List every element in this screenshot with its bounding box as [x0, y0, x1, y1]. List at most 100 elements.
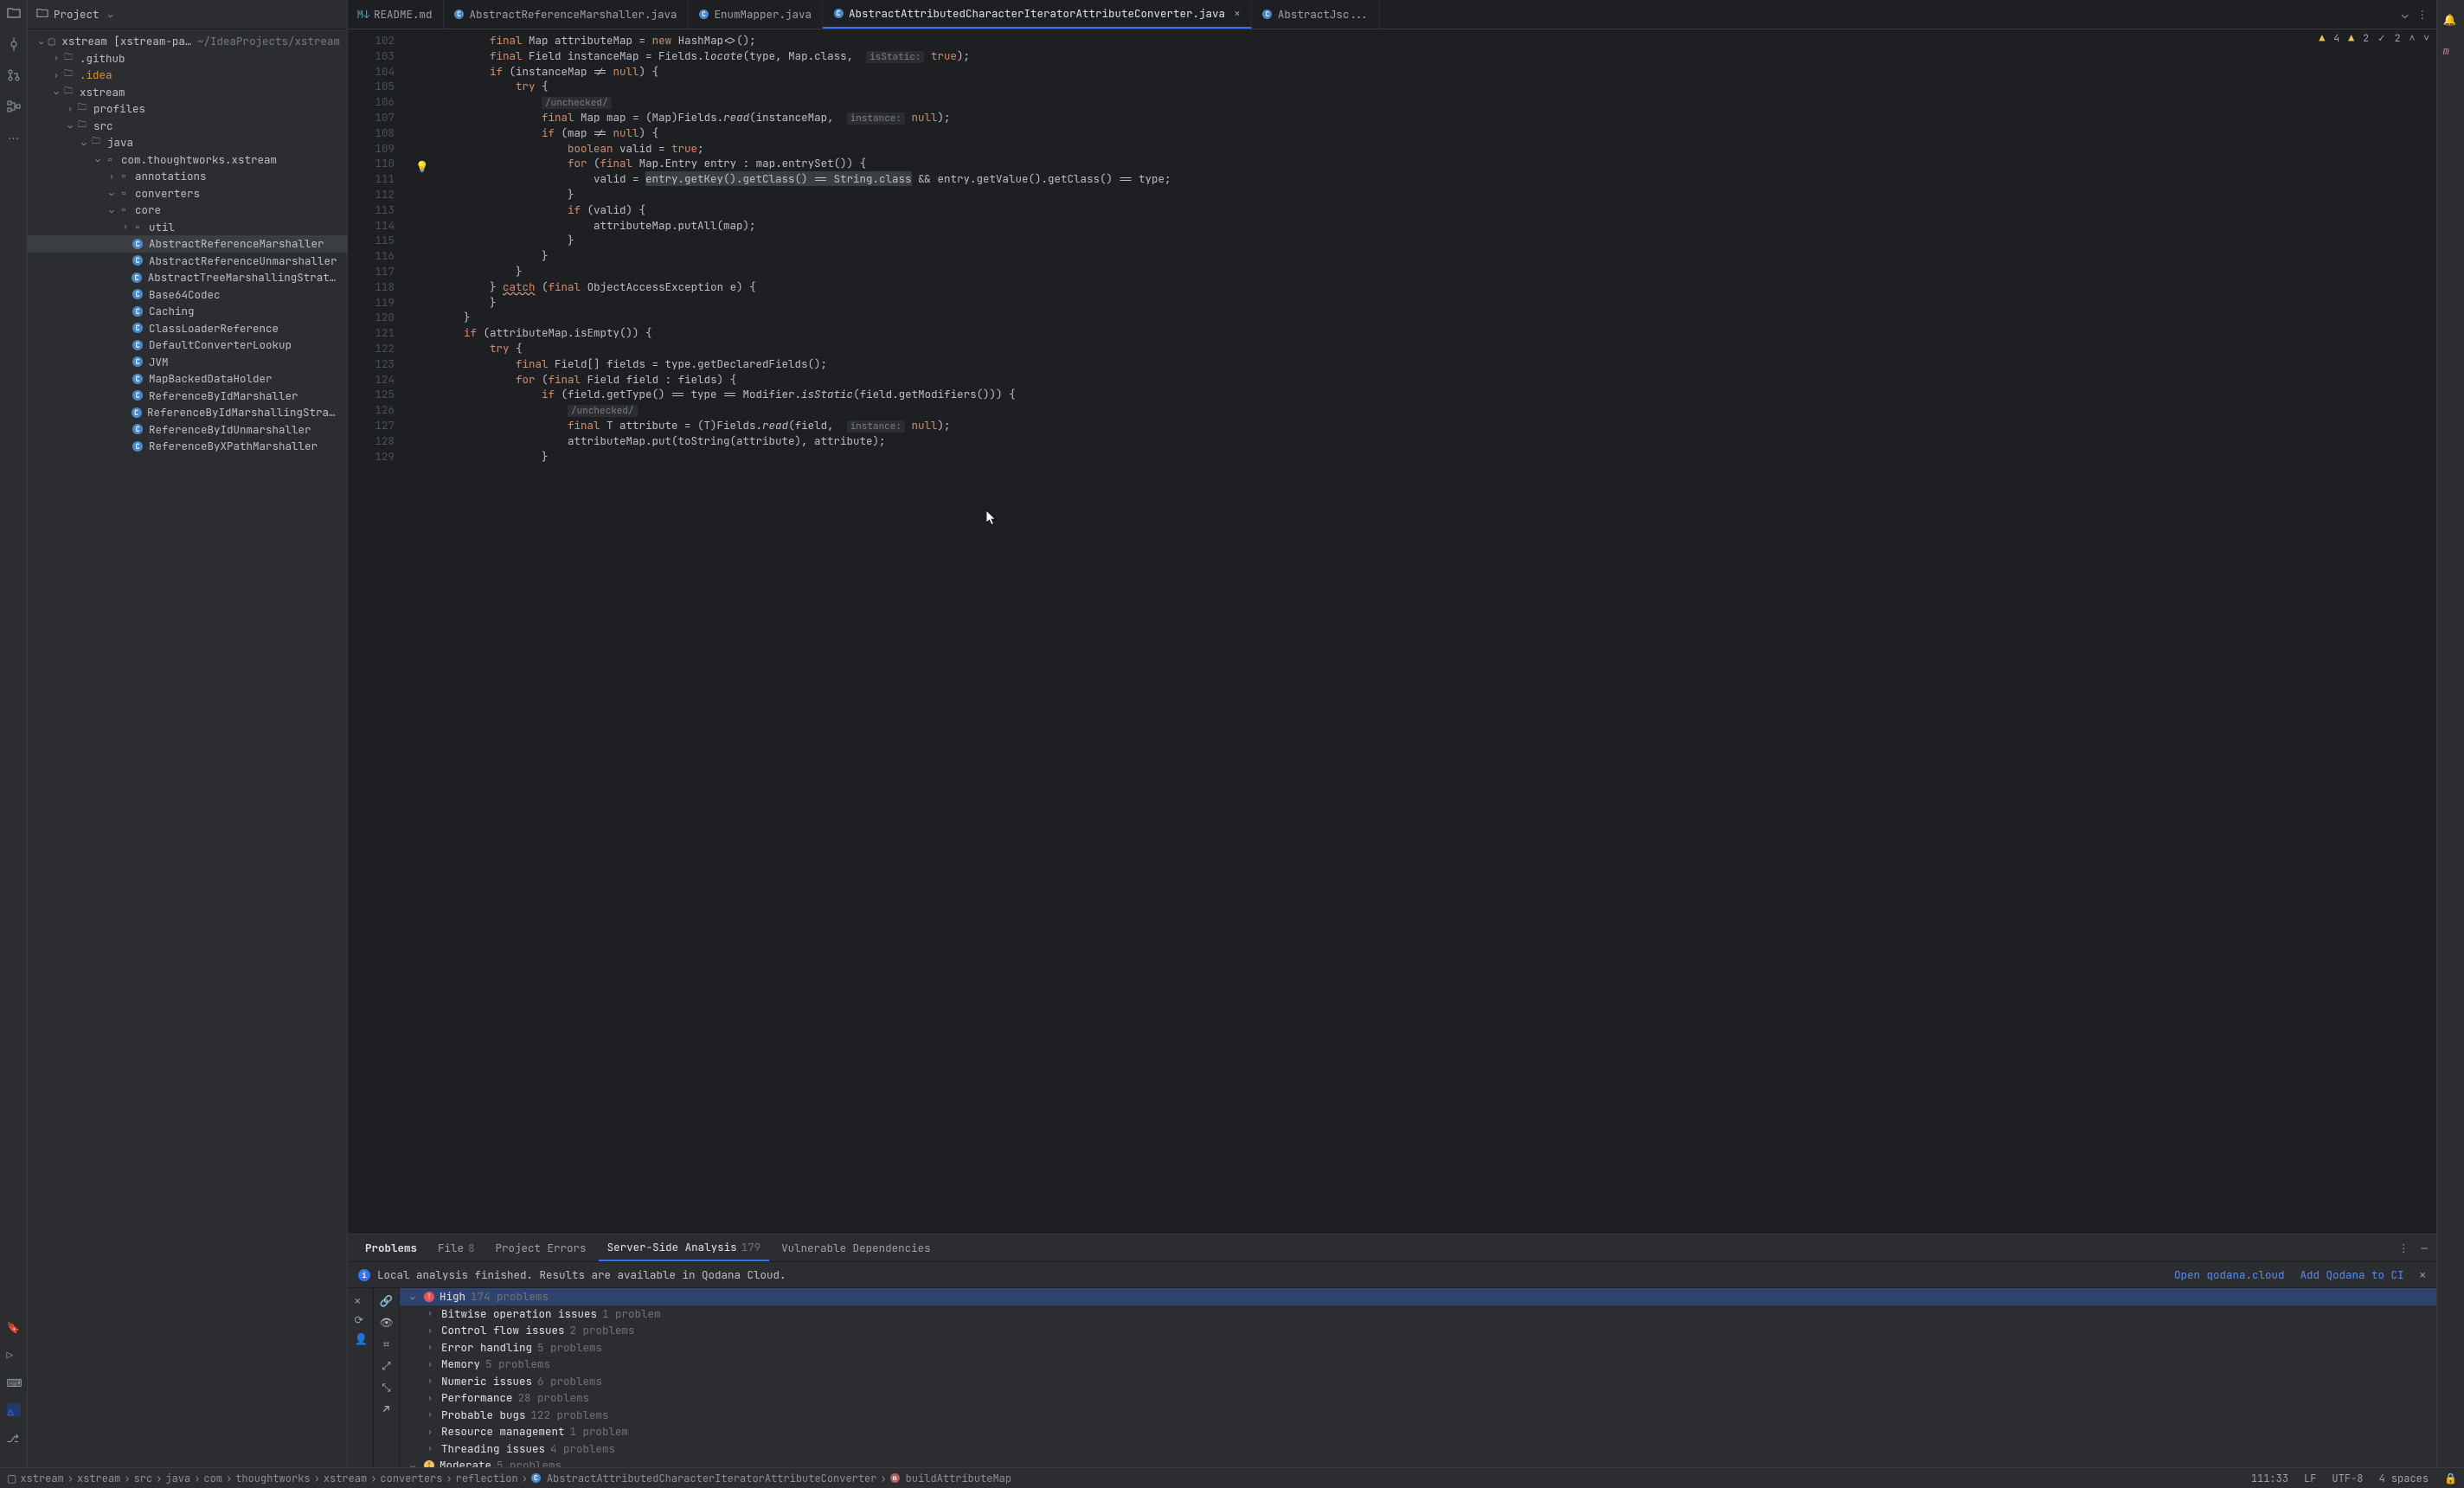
problems-tab[interactable]: Project Errors — [487, 1235, 595, 1260]
tree-item-jvm[interactable]: JVM — [28, 354, 347, 371]
code-line[interactable]: final Field[] fields = type.getDeclaredF… — [403, 356, 2436, 372]
tree-item-java[interactable]: ⌄🗀java — [28, 134, 347, 151]
file-encoding[interactable]: UTF-8 — [2332, 1472, 2363, 1485]
code-line[interactable]: } — [403, 233, 2436, 248]
problem-group[interactable]: ›Performance 28 problems — [400, 1389, 2436, 1407]
tree-item--github[interactable]: ›🗀.github — [28, 50, 347, 67]
code-editor[interactable]: ▲4 ▲2 ✓2 ˄ ˅ 💡 1021031041051061071081091… — [348, 29, 2436, 1234]
more-icon[interactable]: ⋮ — [2398, 1241, 2409, 1255]
code-line[interactable]: } — [403, 187, 2436, 202]
code-line[interactable]: final Map attributeMap = new HashMap<>()… — [403, 33, 2436, 48]
breadcrumb-item[interactable]: thoughtworks — [235, 1472, 310, 1485]
breadcrumb-item[interactable]: java — [165, 1472, 190, 1485]
editor-tab[interactable]: CAbstractJsc... — [1252, 0, 1380, 29]
code-line[interactable]: try { — [403, 341, 2436, 356]
code-line[interactable]: /unchecked/ — [403, 94, 2436, 110]
code-line[interactable]: if (map != null) { — [403, 125, 2436, 141]
code-line[interactable]: for (final Map.Entry entry : map.entrySe… — [403, 156, 2436, 171]
editor-tab[interactable]: CEnumMapper.java — [689, 0, 824, 29]
code-line[interactable]: attributeMap.put(toString(attribute), at… — [403, 433, 2436, 449]
inspection-summary[interactable]: ▲4 ▲2 ✓2 ˄ ˅ — [2319, 32, 2429, 45]
tree-item-abstractreferencemarshaller[interactable]: AbstractReferenceMarshaller — [28, 235, 347, 253]
close-icon[interactable]: ✕ — [2419, 1267, 2426, 1282]
breadcrumb-item[interactable]: converters — [380, 1472, 442, 1485]
person-icon[interactable]: 👤 — [355, 1331, 367, 1344]
problems-icon[interactable]: ⚠ — [7, 1403, 21, 1417]
code-line[interactable]: if (field.getType() == type == Modifier.… — [403, 387, 2436, 402]
close-icon[interactable]: × — [1234, 6, 1241, 21]
problems-tab[interactable]: File8 — [429, 1235, 484, 1260]
tree-item-annotations[interactable]: ›▫annotations — [28, 168, 347, 185]
breadcrumb-item[interactable]: reflection — [456, 1472, 518, 1485]
tree-item-util[interactable]: ›▫util — [28, 219, 347, 236]
tree-item-base64codec[interactable]: Base64Codec — [28, 286, 347, 304]
tree-item-abstractreferenceunmarshaller[interactable]: AbstractReferenceUnmarshaller — [28, 253, 347, 270]
group-icon[interactable]: ⌗ — [383, 1337, 389, 1351]
tree-item-referencebyidunmarshaller[interactable]: ReferenceByIdUnmarshaller — [28, 421, 347, 439]
code-content[interactable]: final Map attributeMap = new HashMap<>()… — [403, 29, 2436, 1234]
refresh-icon[interactable]: ⟳ — [355, 1312, 367, 1324]
terminal-icon[interactable]: ⌨ — [7, 1376, 21, 1389]
ai-icon[interactable]: m — [2443, 43, 2459, 59]
code-line[interactable]: final T attribute = (T)Fields.read(field… — [403, 418, 2436, 433]
code-line[interactable]: if (instanceMap != null) { — [403, 64, 2436, 80]
problem-group[interactable]: ›Control flow issues 2 problems — [400, 1322, 2436, 1339]
code-line[interactable]: attributeMap.putAll(map); — [403, 218, 2436, 234]
code-line[interactable]: if (attributeMap.isEmpty()) { — [403, 325, 2436, 341]
code-line[interactable]: } — [403, 264, 2436, 279]
problem-group[interactable]: ⌄!High 174 problems — [400, 1288, 2436, 1305]
notifications-icon[interactable]: 🔔 — [2443, 12, 2459, 28]
code-line[interactable]: try { — [403, 79, 2436, 94]
tree-item-classloaderreference[interactable]: ClassLoaderReference — [28, 320, 347, 337]
editor-tab[interactable]: CAbstractReferenceMarshaller.java — [444, 0, 689, 29]
code-line[interactable]: } — [403, 449, 2436, 465]
problems-tab[interactable]: Problems — [356, 1235, 426, 1260]
tree-item-defaultconverterlookup[interactable]: DefaultConverterLookup — [28, 337, 347, 354]
tree-item-core[interactable]: ⌄▫core — [28, 202, 347, 219]
tree-item-converters[interactable]: ⌄▫converters — [28, 185, 347, 202]
project-header[interactable]: Project ⌄ — [28, 0, 347, 29]
code-line[interactable]: } catch (final ObjectAccessException e) … — [403, 279, 2436, 295]
breadcrumb-item[interactable]: mbuildAttributeMap — [890, 1472, 1011, 1485]
problems-tab[interactable]: Server-Side Analysis179 — [599, 1235, 770, 1261]
breadcrumb-item[interactable]: src — [134, 1472, 153, 1485]
more-tool-icon[interactable]: ⋯ — [6, 130, 22, 145]
tree-item-caching[interactable]: Caching — [28, 303, 347, 320]
problem-group[interactable]: ›Error handling 5 problems — [400, 1339, 2436, 1357]
tree-item-com-thoughtworks-xstream[interactable]: ⌄▫com.thoughtworks.xstream — [28, 151, 347, 169]
breadcrumb-item[interactable]: com — [203, 1472, 222, 1485]
export-icon[interactable]: ↗ — [383, 1401, 390, 1416]
code-line[interactable]: valid = entry.getKey().getClass() == Str… — [403, 171, 2436, 187]
tree-item-referencebyidmarshallingstrategy[interactable]: ReferenceByIdMarshallingStrategy — [28, 404, 347, 421]
problem-group[interactable]: ›Resource management 1 problem — [400, 1423, 2436, 1440]
problem-group[interactable]: ›Probable bugs 122 problems — [400, 1407, 2436, 1424]
chevron-down-icon[interactable]: ˅ — [2423, 32, 2429, 45]
editor-tab[interactable]: M↓README.md — [348, 0, 444, 29]
indent-setting[interactable]: 4 spaces — [2378, 1472, 2429, 1485]
project-tool-icon[interactable] — [6, 5, 22, 21]
more-icon[interactable]: ⋮ — [2417, 7, 2429, 22]
breadcrumb-item[interactable]: xstream — [77, 1472, 120, 1485]
problem-group[interactable]: ›Numeric issues 6 problems — [400, 1373, 2436, 1390]
code-line[interactable]: } — [403, 248, 2436, 264]
tree-item-profiles[interactable]: ›🗀profiles — [28, 100, 347, 118]
link-icon[interactable]: 🔗 — [380, 1293, 394, 1308]
tree-item-abstracttreemarshallingstrategy[interactable]: AbstractTreeMarshallingStrategy — [28, 269, 347, 286]
caret-position[interactable]: 111:33 — [2251, 1472, 2288, 1485]
code-line[interactable]: for (final Field field : fields) { — [403, 372, 2436, 388]
pull-requests-icon[interactable] — [6, 67, 22, 83]
code-line[interactable]: } — [403, 295, 2436, 311]
breadcrumb-item[interactable]: ▢ xstream — [7, 1472, 64, 1485]
code-line[interactable]: final Map map = (Map)Fields.read(instanc… — [403, 110, 2436, 125]
problems-tab[interactable]: Vulnerable Dependencies — [773, 1235, 940, 1260]
problem-group[interactable]: ›Memory 5 problems — [400, 1356, 2436, 1373]
tree-item-src[interactable]: ⌄🗀src — [28, 118, 347, 135]
code-line[interactable]: final Field instanceMap = Fields.locate(… — [403, 48, 2436, 64]
collapse-icon[interactable]: ⤡ — [382, 1380, 390, 1395]
chevron-down-icon[interactable]: ⌄ — [2402, 7, 2409, 22]
tree-item-mapbackeddataholder[interactable]: MapBackedDataHolder — [28, 370, 347, 388]
problem-group[interactable]: ⌄!Moderate 5 problems — [400, 1457, 2436, 1467]
bookmarks-icon[interactable]: 🔖 — [7, 1320, 21, 1334]
tree-item--idea[interactable]: ›🗀.idea — [28, 67, 347, 84]
structure-tool-icon[interactable] — [6, 99, 22, 114]
